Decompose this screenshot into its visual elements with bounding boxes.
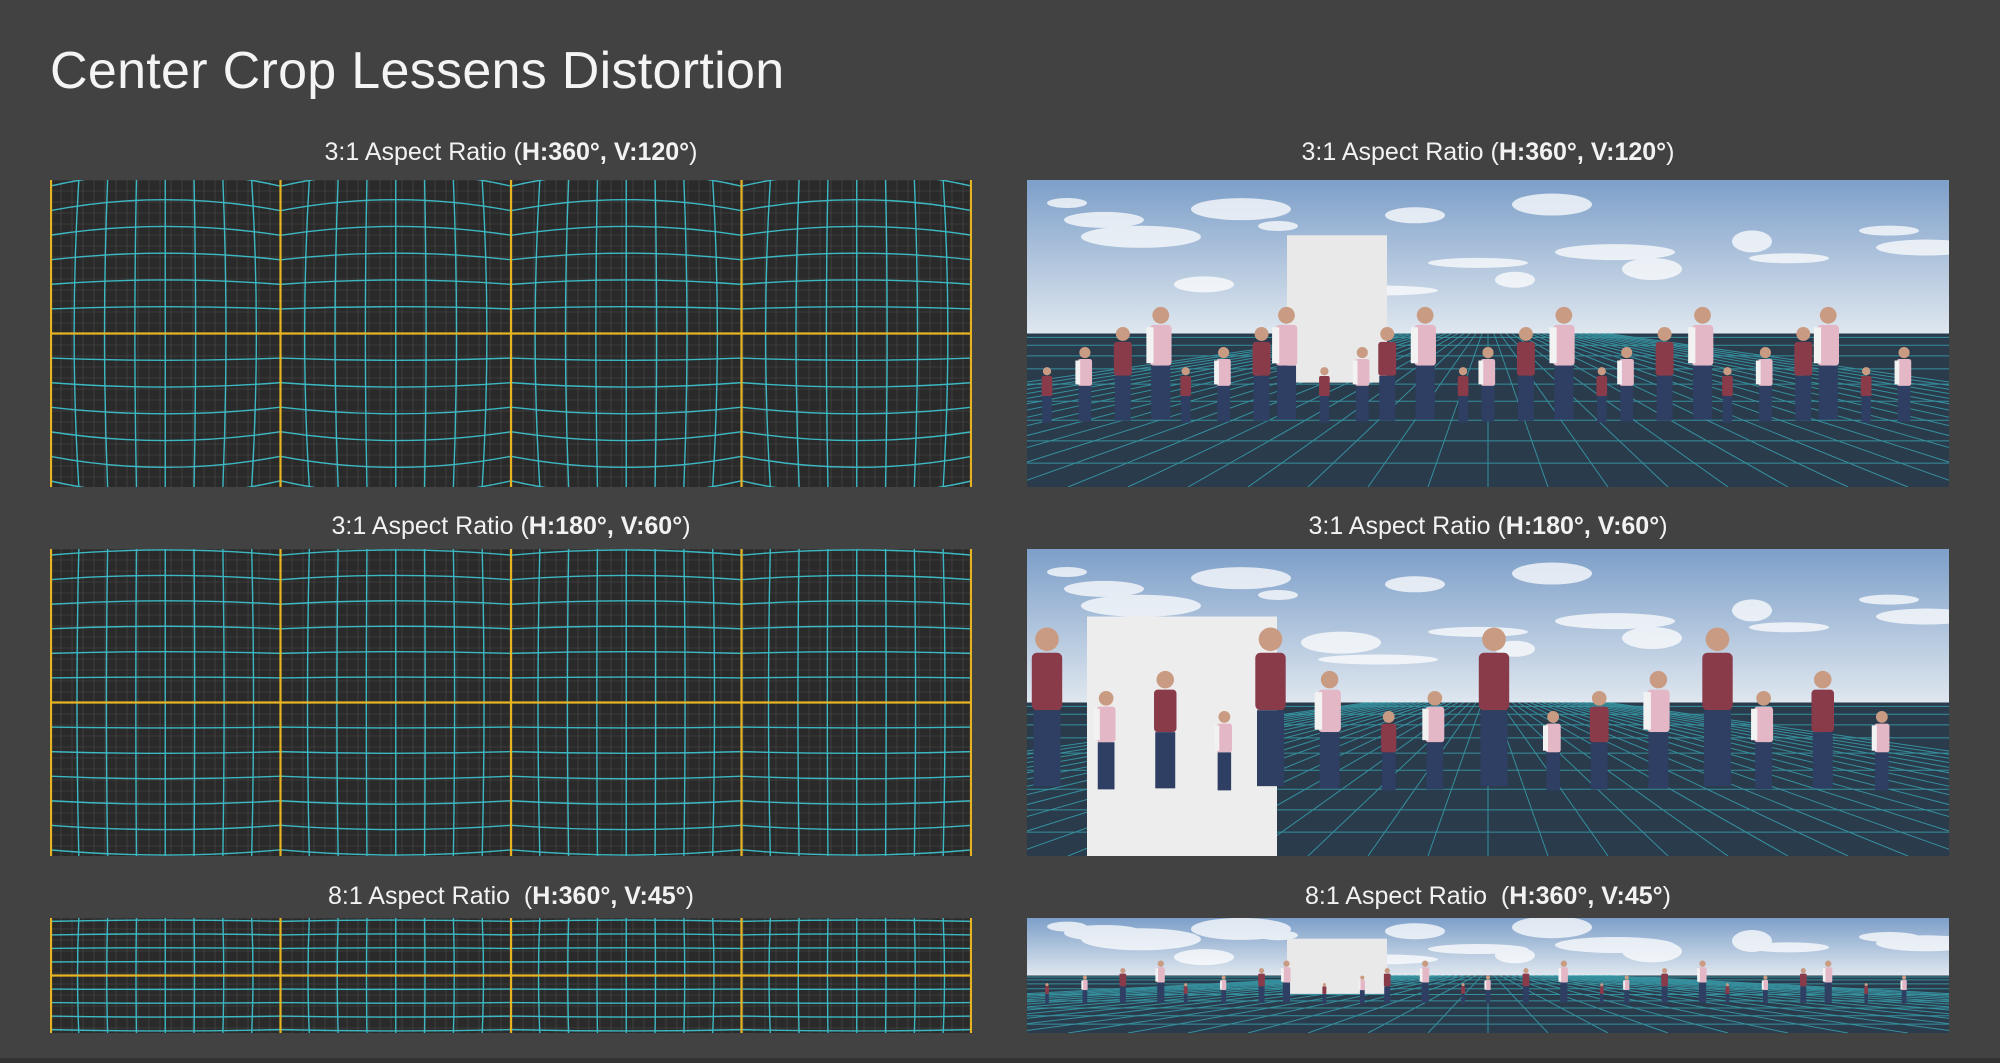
caption-row1-right: 3:1 Aspect Ratio (H:360°, V:120°) — [1027, 136, 1949, 168]
caption-suffix: ) — [689, 138, 698, 166]
caption-prefix: 8:1 Aspect Ratio ( — [327, 882, 533, 910]
grid-panel-row2 — [50, 549, 972, 856]
crowd-photo-image — [1027, 918, 1949, 1033]
crowd-photo-image — [1027, 549, 1949, 856]
caption-bold: H:180°, V:60° — [528, 512, 683, 540]
caption-prefix: 3:1 Aspect Ratio ( — [331, 512, 529, 540]
caption-prefix: 3:1 Aspect Ratio ( — [1301, 138, 1499, 166]
caption-prefix: 3:1 Aspect Ratio ( — [324, 138, 522, 166]
caption-suffix: ) — [682, 512, 691, 540]
caption-suffix: ) — [1659, 512, 1668, 540]
caption-row3-right: 8:1 Aspect Ratio (H:360°, V:45°) — [1027, 880, 1949, 912]
page-title: Center Crop Lessens Distortion — [50, 42, 785, 100]
equirect-grid-image — [50, 549, 972, 856]
caption-row2-right: 3:1 Aspect Ratio (H:180°, V:60°) — [1027, 510, 1949, 542]
equirect-grid-image — [50, 180, 972, 487]
equirect-grid-image — [50, 918, 972, 1033]
caption-suffix: ) — [685, 882, 694, 910]
caption-row2-left: 3:1 Aspect Ratio (H:180°, V:60°) — [50, 510, 972, 542]
caption-suffix: ) — [1662, 882, 1671, 910]
caption-prefix: 8:1 Aspect Ratio ( — [1304, 882, 1510, 910]
caption-row3-left: 8:1 Aspect Ratio (H:360°, V:45°) — [50, 880, 972, 912]
caption-bold: H:360°, V:120° — [521, 138, 690, 166]
caption-bold: H:360°, V:120° — [1498, 138, 1667, 166]
caption-suffix: ) — [1666, 138, 1675, 166]
caption-bold: H:360°, V:45° — [1509, 882, 1663, 910]
page: Center Crop Lessens Distortion 3:1 Aspec… — [0, 0, 2000, 1063]
caption-row1-left: 3:1 Aspect Ratio (H:360°, V:120°) — [50, 136, 972, 168]
crowd-photo-panel-row3 — [1027, 918, 1949, 1033]
grid-panel-row1 — [50, 180, 972, 487]
bottom-edge-bar — [0, 1058, 2000, 1063]
crowd-photo-panel-row1 — [1027, 180, 1949, 487]
caption-bold: H:180°, V:60° — [1505, 512, 1660, 540]
caption-prefix: 3:1 Aspect Ratio ( — [1308, 512, 1506, 540]
grid-panel-row3 — [50, 918, 972, 1033]
crowd-photo-panel-row2 — [1027, 549, 1949, 856]
crowd-photo-image — [1027, 180, 1949, 487]
caption-bold: H:360°, V:45° — [532, 882, 686, 910]
